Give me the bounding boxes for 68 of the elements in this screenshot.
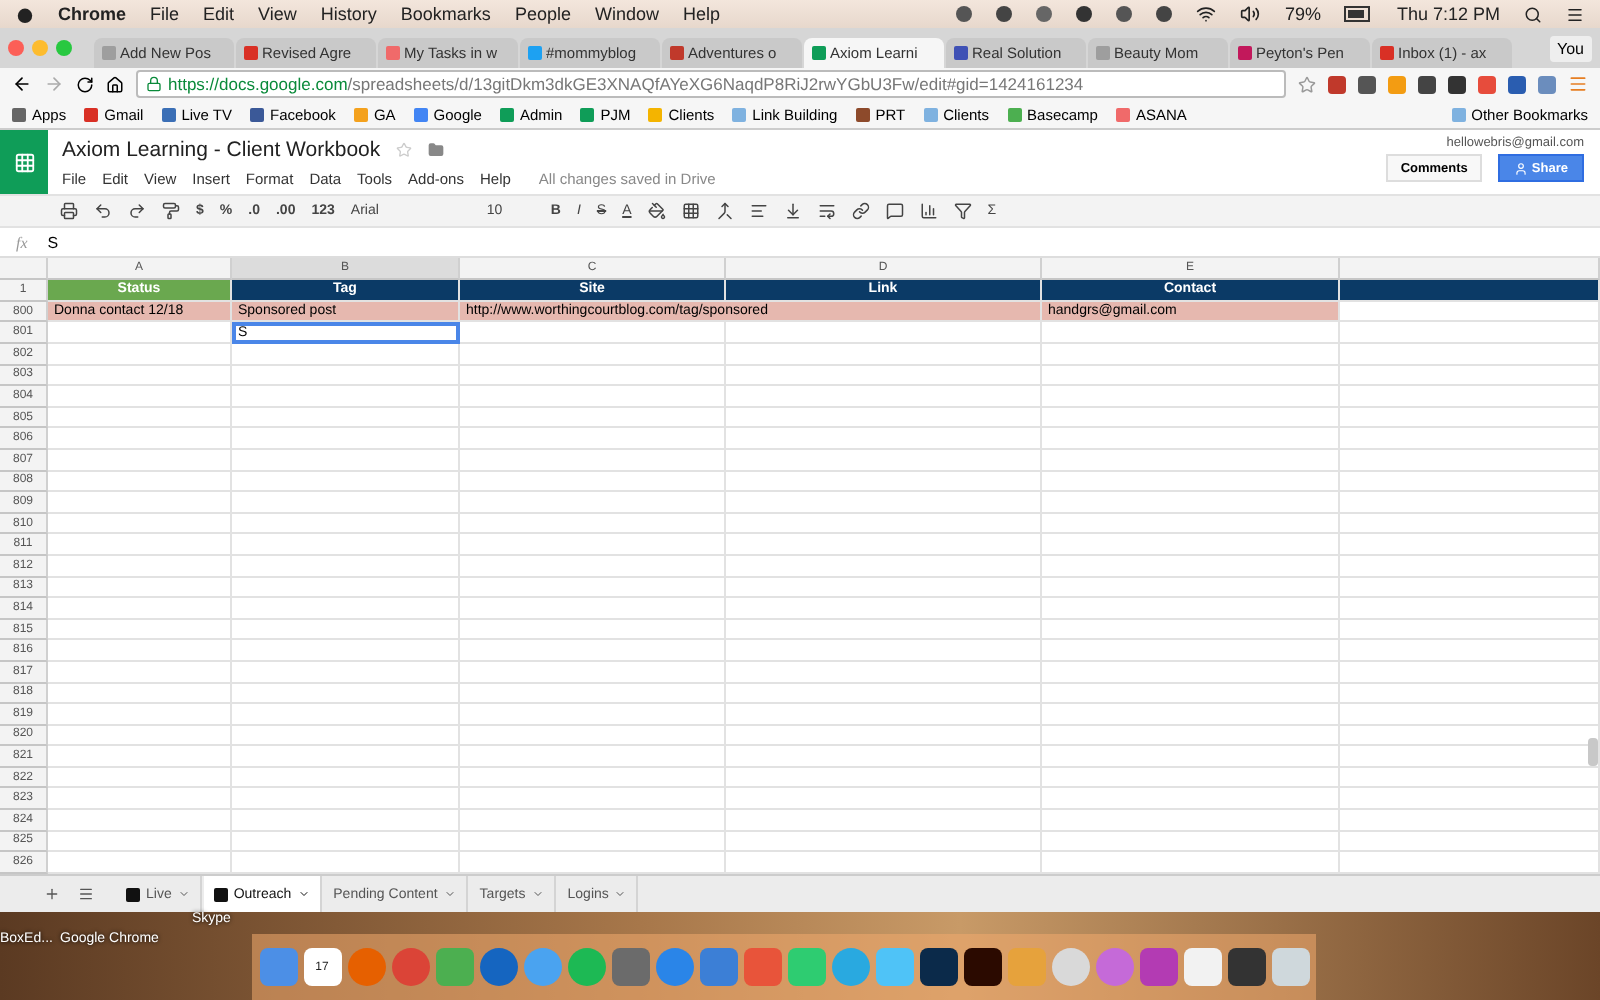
menu-item[interactable]: Edit [203,4,235,24]
merge-icon[interactable] [715,202,734,220]
scrollbar[interactable] [1588,738,1598,766]
forward-icon[interactable] [44,74,64,94]
menu-item[interactable]: View [258,4,297,24]
sheet-icon [213,887,228,901]
home-icon[interactable] [106,75,124,93]
wrap-icon[interactable] [817,202,836,220]
menu-item[interactable]: Window [594,4,659,24]
caret-icon[interactable] [614,888,627,900]
caret-icon[interactable] [297,888,310,900]
sheets-logo-icon[interactable] [0,130,48,194]
battery-percent: 79% [1284,4,1321,24]
menu-item[interactable]: File [150,4,180,24]
sheet-list-icon[interactable] [78,886,94,902]
paint-bucket-icon[interactable] [647,202,666,220]
undo-icon[interactable] [94,202,112,220]
menu-icon[interactable] [1566,5,1584,23]
star-icon[interactable] [396,141,413,157]
chart-icon[interactable] [919,202,938,220]
lock-icon [146,76,162,92]
battery-icon[interactable] [1344,6,1373,22]
print-icon[interactable] [60,202,78,220]
sheet-icon [126,887,140,901]
status-icon[interactable] [1156,6,1173,22]
caret-icon[interactable] [443,888,456,900]
formula-field[interactable]: S [47,233,59,251]
address-bar[interactable]: https://docs.google.com/spreadsheets/d/13gitDkm3dkGE3XNAQfAYeXG6NaqdP8RiJ2rwYGbU3Fw/edit#gid=1424161234 [136,70,1286,98]
corner-cell[interactable] [0,258,48,280]
folder-icon[interactable] [428,141,445,157]
caret-icon[interactable] [177,888,190,900]
menu-item[interactable]: Bookmarks [400,4,491,24]
url-text: https://docs.google.com/spreadsheets/d/13gitDkm3dkGE3XNAQfAYeXG6NaqdP8RiJ2rwYGbU3Fw/edit#gid=1424161234 [168,74,1084,94]
align-icon[interactable] [749,202,768,220]
status-icon[interactable] [996,6,1013,22]
fx-label: fx [16,233,28,251]
app-icon[interactable] [963,948,1001,986]
filter-icon[interactable] [953,202,972,220]
redo-icon[interactable] [128,202,146,220]
menu-item[interactable]: Help [682,4,720,24]
status-icon[interactable] [956,6,973,22]
clock[interactable]: Thu 7:12 PM [1396,4,1500,24]
status-icon[interactable] [1116,6,1133,22]
close-icon[interactable] [8,40,24,56]
app-icon[interactable] [919,948,957,986]
back-icon[interactable] [12,74,32,94]
apple-icon[interactable] [16,4,34,24]
paint-roller-icon[interactable] [162,202,180,220]
app-icon[interactable] [1227,948,1265,986]
add-sheet-icon[interactable] [44,886,60,902]
person-icon [1513,161,1528,175]
menu-item[interactable]: People [514,4,571,24]
reload-icon[interactable] [76,75,94,93]
comment-icon[interactable] [885,202,904,220]
search-icon[interactable] [1524,5,1542,23]
link-icon[interactable] [851,202,870,220]
menu-item[interactable]: Chrome [58,4,127,24]
borders-icon[interactable] [681,202,700,220]
profile-button[interactable]: You [1549,35,1592,61]
volume-icon[interactable] [1240,4,1261,24]
status-icon[interactable] [1036,6,1053,22]
status-icon[interactable] [1076,6,1093,22]
valign-icon[interactable] [783,202,802,220]
star-icon[interactable] [1298,75,1316,93]
menu-item[interactable]: History [320,4,377,24]
document-title[interactable]: Axiom Learning - Client Workbook [62,137,381,161]
caret-icon[interactable] [531,888,544,900]
wifi-icon[interactable] [1196,4,1217,24]
